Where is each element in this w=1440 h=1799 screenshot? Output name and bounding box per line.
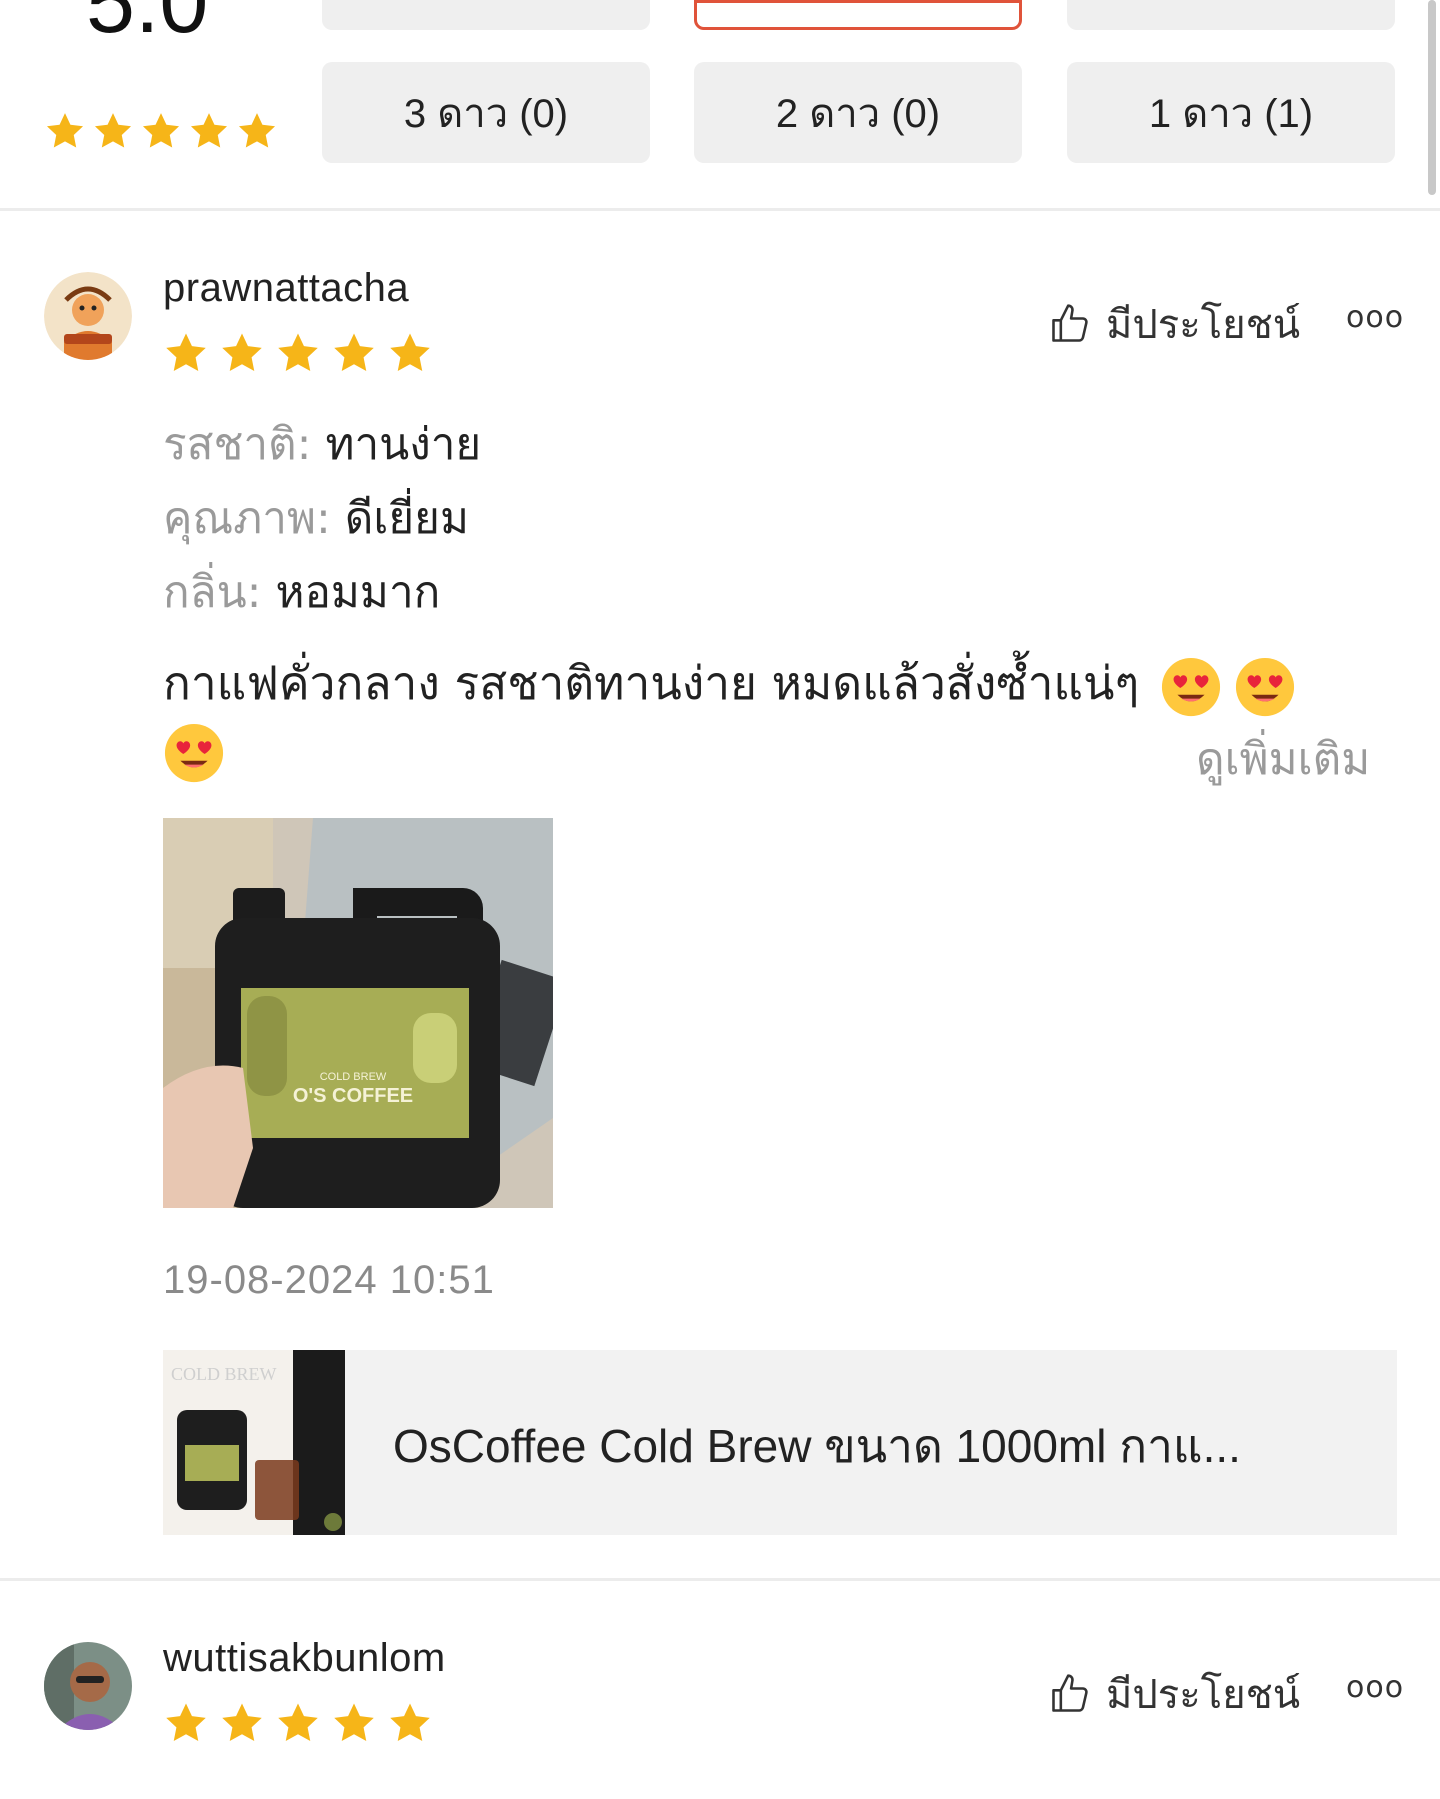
helpful-label: มีประโยชน์ bbox=[1106, 1672, 1301, 1718]
see-more-link[interactable]: ดูเพิ่มเติม bbox=[1196, 724, 1370, 794]
heart-eyes-emoji-icon bbox=[1234, 656, 1296, 718]
helpful-label: มีประโยชน์ bbox=[1106, 302, 1301, 348]
star-icon bbox=[236, 110, 278, 152]
attribute-value: ดีเยี่ยม bbox=[344, 493, 469, 544]
svg-text:COLD BREW: COLD BREW bbox=[171, 1364, 277, 1384]
review-attribute: กลิ่น: หอมมาก bbox=[163, 556, 481, 630]
avatar[interactable] bbox=[44, 272, 132, 360]
star-icon bbox=[92, 110, 134, 152]
product-name: OsCoffee Cold Brew ขนาด 1000ml กาแ... bbox=[393, 1420, 1241, 1472]
review-date: 19-08-2024 10:51 bbox=[163, 1258, 495, 1302]
review-attributes: รสชาติ: ทานง่าย คุณภาพ: ดีเยี่ยม กลิ่น: หอ… bbox=[163, 408, 481, 630]
attribute-value: หอมมาก bbox=[275, 567, 441, 618]
review-attribute: คุณภาพ: ดีเยี่ยม bbox=[163, 482, 481, 556]
attribute-label: กลิ่น: bbox=[163, 567, 276, 618]
review-username[interactable]: wuttisakbunlom bbox=[163, 1636, 446, 1681]
scrollbar[interactable] bbox=[1428, 0, 1436, 195]
heart-eyes-emoji-icon bbox=[1160, 656, 1222, 718]
attribute-label: คุณภาพ: bbox=[163, 493, 345, 544]
rating-filter-button[interactable] bbox=[694, 0, 1022, 30]
star-icon bbox=[140, 110, 182, 152]
divider bbox=[0, 1578, 1440, 1581]
product-card[interactable]: COLD BREW OsCoffee Cold Brew ขนาด 1000ml… bbox=[163, 1350, 1397, 1535]
star-icon bbox=[331, 330, 377, 376]
review-text-body: กาแฟคั่วกลาง รสชาติทานง่าย หมดแล้วสั่งซ้… bbox=[163, 656, 1140, 710]
rating-filter-button[interactable]: 1 ดาว (1) bbox=[1067, 62, 1395, 163]
divider bbox=[0, 208, 1440, 211]
helpful-button[interactable]: มีประโยชน์ bbox=[1048, 292, 1300, 356]
svg-text:COLD BREW: COLD BREW bbox=[320, 1071, 387, 1083]
more-options-icon[interactable]: ooo bbox=[1346, 300, 1404, 335]
star-icon bbox=[44, 110, 86, 152]
coffee-jug-photo: COLD BREW O'S COFFEE bbox=[163, 818, 553, 1208]
review-stars bbox=[163, 330, 443, 376]
product-thumbnail: COLD BREW bbox=[163, 1350, 345, 1535]
star-icon bbox=[163, 330, 209, 376]
review-text: กาแฟคั่วกลาง รสชาติทานง่าย หมดแล้วสั่งซ้… bbox=[163, 646, 1403, 720]
attribute-value: ทานง่าย bbox=[325, 419, 482, 470]
rating-filter-button[interactable]: 2 ดาว (0) bbox=[694, 62, 1022, 163]
more-options-icon[interactable]: ooo bbox=[1346, 1670, 1404, 1705]
average-stars bbox=[44, 110, 284, 152]
thumbs-up-icon bbox=[1052, 1674, 1088, 1712]
review-username[interactable]: prawnattacha bbox=[163, 266, 409, 311]
thumbs-up-icon bbox=[1052, 304, 1088, 342]
svg-text:O'S COFFEE: O'S COFFEE bbox=[293, 1085, 413, 1107]
star-icon bbox=[331, 1700, 377, 1746]
helpful-button[interactable]: มีประโยชน์ bbox=[1048, 1662, 1300, 1726]
star-icon bbox=[219, 330, 265, 376]
star-icon bbox=[188, 110, 230, 152]
review-photo[interactable]: COLD BREW O'S COFFEE bbox=[163, 818, 553, 1208]
star-icon bbox=[163, 1700, 209, 1746]
review-stars bbox=[163, 1700, 443, 1746]
average-score: 5.0 bbox=[86, 0, 209, 51]
avatar-image bbox=[44, 1642, 132, 1730]
rating-filter-button[interactable]: 3 ดาว (0) bbox=[322, 62, 650, 163]
rating-filter-button[interactable] bbox=[322, 0, 650, 30]
review-attribute: รสชาติ: ทานง่าย bbox=[163, 408, 481, 482]
star-icon bbox=[387, 1700, 433, 1746]
star-icon bbox=[275, 330, 321, 376]
product-thumbnail-image: COLD BREW bbox=[163, 1350, 345, 1535]
rating-filter-button[interactable] bbox=[1067, 0, 1395, 30]
avatar-image bbox=[44, 272, 132, 360]
star-icon bbox=[275, 1700, 321, 1746]
star-icon bbox=[219, 1700, 265, 1746]
avatar[interactable] bbox=[44, 1642, 132, 1730]
attribute-label: รสชาติ: bbox=[163, 419, 326, 470]
star-icon bbox=[387, 330, 433, 376]
heart-eyes-emoji-icon bbox=[163, 722, 225, 784]
